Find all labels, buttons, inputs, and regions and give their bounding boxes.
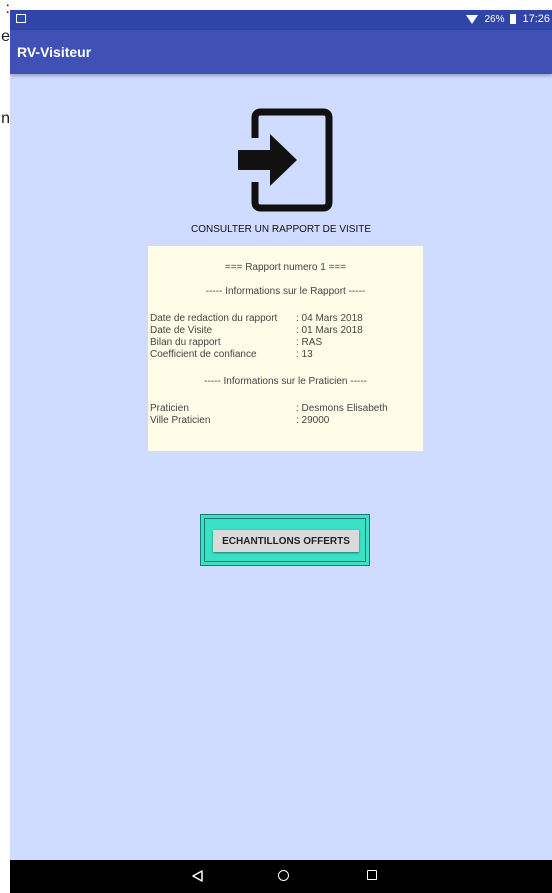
device-screen: 26% 17:26 RV-Visiteur CONSULTER UN RAPPO…	[10, 10, 552, 893]
row-value: : 04 Mars 2018	[296, 313, 363, 324]
row-value: : Desmons Elisabeth	[296, 403, 388, 414]
battery-percent: 26%	[484, 13, 505, 25]
button-highlight-inner: ECHANTILLONS OFFERTS	[204, 518, 366, 562]
row-label: Ville Praticien	[150, 415, 211, 426]
back-icon[interactable]	[192, 870, 203, 882]
report-title: === Rapport numero 1 ===	[224, 262, 347, 273]
wifi-icon	[466, 14, 479, 24]
row-label: Bilan du rapport	[150, 337, 221, 348]
row-label: Praticien	[150, 403, 189, 414]
recents-icon[interactable]	[367, 870, 377, 880]
echantillons-offerts-button[interactable]: ECHANTILLONS OFFERTS	[213, 530, 359, 552]
app-title: RV-Visiteur	[17, 44, 92, 60]
row-label: Date de redaction du rapport	[150, 313, 278, 324]
navigation-bar	[10, 860, 552, 893]
app-bar: RV-Visiteur	[10, 30, 552, 74]
section-praticien-header: ----- Informations sur le Praticien ----…	[204, 376, 367, 387]
left-edge-bleed: : e n	[0, 0, 10, 893]
bleed-glyph: e	[1, 28, 10, 45]
status-bar: 26% 17:26	[10, 10, 552, 30]
bleed-glyph: n	[1, 110, 10, 127]
row-value: : RAS	[296, 337, 323, 348]
button-highlight-frame: ECHANTILLONS OFFERTS	[200, 514, 370, 566]
section-rapport-header: ----- Informations sur le Rapport -----	[205, 286, 366, 297]
battery-icon	[510, 14, 517, 24]
row-value: : 13	[296, 349, 313, 360]
clock: 17:26	[522, 13, 550, 25]
home-icon[interactable]	[278, 870, 289, 881]
row-label: Coefficient de confiance	[150, 349, 257, 360]
page-heading: CONSULTER UN RAPPORT DE VISITE	[190, 224, 372, 235]
report-panel: === Rapport numero 1 === ----- Informati…	[148, 246, 423, 451]
row-value: : 01 Mars 2018	[296, 325, 363, 336]
row-label: Date de Visite	[150, 325, 213, 336]
notification-icon	[16, 14, 26, 23]
row-value: : 29000	[296, 415, 330, 426]
login-icon	[238, 108, 333, 212]
